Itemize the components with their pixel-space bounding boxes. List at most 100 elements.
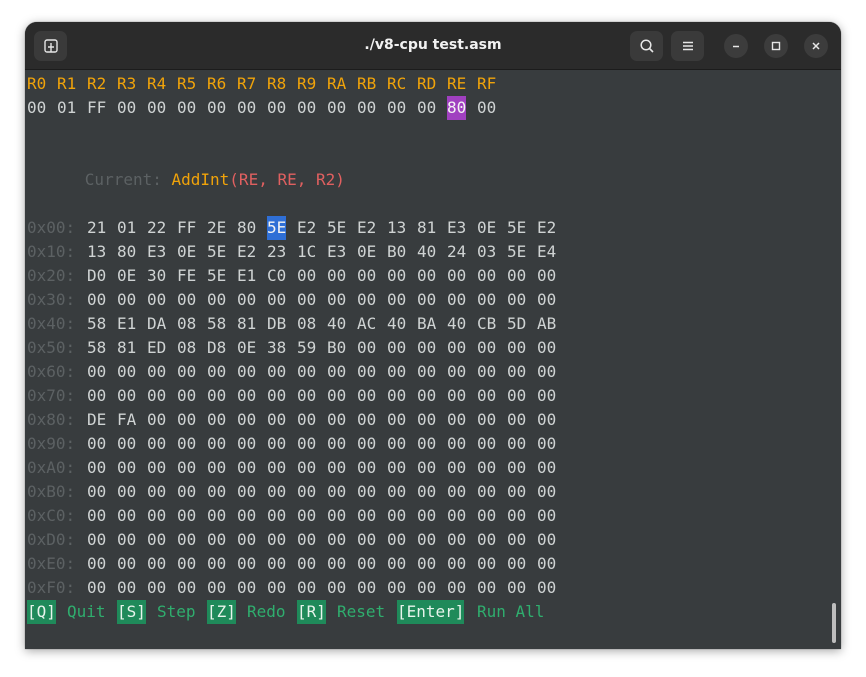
register-name: R8 (267, 74, 287, 93)
memory-byte: 00 (477, 410, 497, 429)
register-value: 00 (177, 98, 197, 117)
memory-byte: 00 (147, 410, 167, 429)
memory-byte: AC (357, 314, 377, 333)
memory-byte: 5E (207, 266, 227, 285)
register-value: 00 (417, 98, 437, 117)
shortcut-key[interactable]: [Z] (207, 600, 236, 624)
search-button[interactable] (630, 31, 663, 61)
memory-byte: 5D (507, 314, 527, 333)
memory-byte: 40 (327, 314, 347, 333)
terminal-view[interactable]: R0 R1 R2 R3 R4 R5 R6 R7 R8 R9 RA RB RC RD RE RF 00 01 FF 0… (25, 70, 841, 649)
memory-byte: 81 (117, 338, 137, 357)
memory-byte: 00 (267, 554, 287, 573)
memory-byte: 00 (447, 386, 467, 405)
register-value: 00 (477, 98, 497, 117)
memory-address: 0xA0: (27, 458, 76, 477)
memory-byte: 00 (417, 458, 437, 477)
memory-byte: ED (147, 338, 167, 357)
memory-byte: 00 (327, 266, 347, 285)
memory-address: 0x20: (27, 266, 76, 285)
memory-byte: 00 (417, 290, 437, 309)
memory-byte: E1 (117, 314, 137, 333)
memory-byte: 00 (297, 386, 317, 405)
shortcut-key[interactable]: [Enter] (397, 600, 465, 624)
register-name: R0 (27, 74, 47, 93)
memory-byte: 00 (387, 554, 407, 573)
current-instruction-args: (RE, RE, R2) (229, 170, 345, 189)
memory-byte: 00 (327, 578, 347, 597)
register-value: 00 (267, 98, 287, 117)
memory-address: 0xE0: (27, 554, 76, 573)
memory-byte: 00 (87, 362, 107, 381)
memory-byte: 5E (327, 218, 347, 237)
memory-byte: 0E (117, 266, 137, 285)
memory-byte: 40 (417, 242, 437, 261)
minimize-button[interactable] (724, 34, 748, 58)
memory-byte: 00 (117, 290, 137, 309)
memory-byte: 00 (387, 458, 407, 477)
scrollbar[interactable] (832, 603, 836, 643)
memory-byte: 00 (87, 434, 107, 453)
memory-byte: 24 (447, 242, 467, 261)
register-name: R7 (237, 74, 257, 93)
memory-byte-current: 5E (267, 216, 287, 240)
memory-byte: 00 (177, 458, 197, 477)
memory-byte: 00 (507, 482, 527, 501)
memory-byte: 00 (417, 434, 437, 453)
memory-byte: 00 (537, 434, 557, 453)
memory-byte: FF (177, 218, 197, 237)
memory-byte: 00 (117, 482, 137, 501)
register-value: 00 (207, 98, 227, 117)
memory-byte: 00 (207, 578, 227, 597)
memory-byte: 08 (177, 314, 197, 333)
memory-byte: E4 (537, 242, 557, 261)
memory-byte: 00 (117, 578, 137, 597)
memory-byte: 00 (267, 458, 287, 477)
maximize-button[interactable] (764, 34, 788, 58)
memory-byte: 00 (87, 290, 107, 309)
memory-address: 0x10: (27, 242, 76, 261)
shortcut-label: Redo (247, 602, 286, 621)
memory-byte: 00 (297, 362, 317, 381)
shortcut-key[interactable]: [S] (117, 600, 146, 624)
memory-byte: 00 (147, 290, 167, 309)
memory-byte: FE (177, 266, 197, 285)
shortcut-key[interactable]: [R] (297, 600, 326, 624)
menu-button[interactable] (671, 31, 704, 61)
memory-byte: 00 (327, 386, 347, 405)
window-title: ./v8-cpu test.asm (364, 37, 502, 53)
memory-byte: 00 (357, 338, 377, 357)
memory-byte: 00 (327, 362, 347, 381)
memory-byte: 00 (417, 266, 437, 285)
memory-byte: FA (117, 410, 137, 429)
register-value: 00 (117, 98, 137, 117)
memory-byte: 13 (87, 242, 107, 261)
maximize-icon (771, 41, 781, 51)
memory-byte: 00 (267, 362, 287, 381)
memory-byte: 00 (267, 482, 287, 501)
memory-byte: 00 (357, 386, 377, 405)
memory-byte: 00 (537, 266, 557, 285)
memory-byte: 00 (357, 362, 377, 381)
memory-byte: 2E (207, 218, 227, 237)
memory-byte: 00 (177, 410, 197, 429)
memory-byte: 00 (357, 578, 377, 597)
memory-byte: 00 (477, 434, 497, 453)
memory-byte: 00 (297, 290, 317, 309)
register-name: RC (387, 74, 407, 93)
memory-byte: 00 (477, 506, 497, 525)
memory-address: 0x40: (27, 314, 76, 333)
shortcut-key[interactable]: [Q] (27, 600, 56, 624)
memory-byte: 00 (537, 362, 557, 381)
memory-byte: 00 (327, 506, 347, 525)
memory-byte: 00 (387, 578, 407, 597)
new-tab-button[interactable] (34, 31, 67, 61)
memory-byte: 00 (387, 338, 407, 357)
close-button[interactable] (804, 34, 828, 58)
current-instruction-line: Current: AddInt(RE, RE, R2) (27, 144, 345, 189)
memory-byte: 40 (387, 314, 407, 333)
memory-byte: 00 (537, 554, 557, 573)
memory-byte: 00 (417, 554, 437, 573)
memory-byte: 00 (507, 458, 527, 477)
memory-byte: AB (537, 314, 557, 333)
